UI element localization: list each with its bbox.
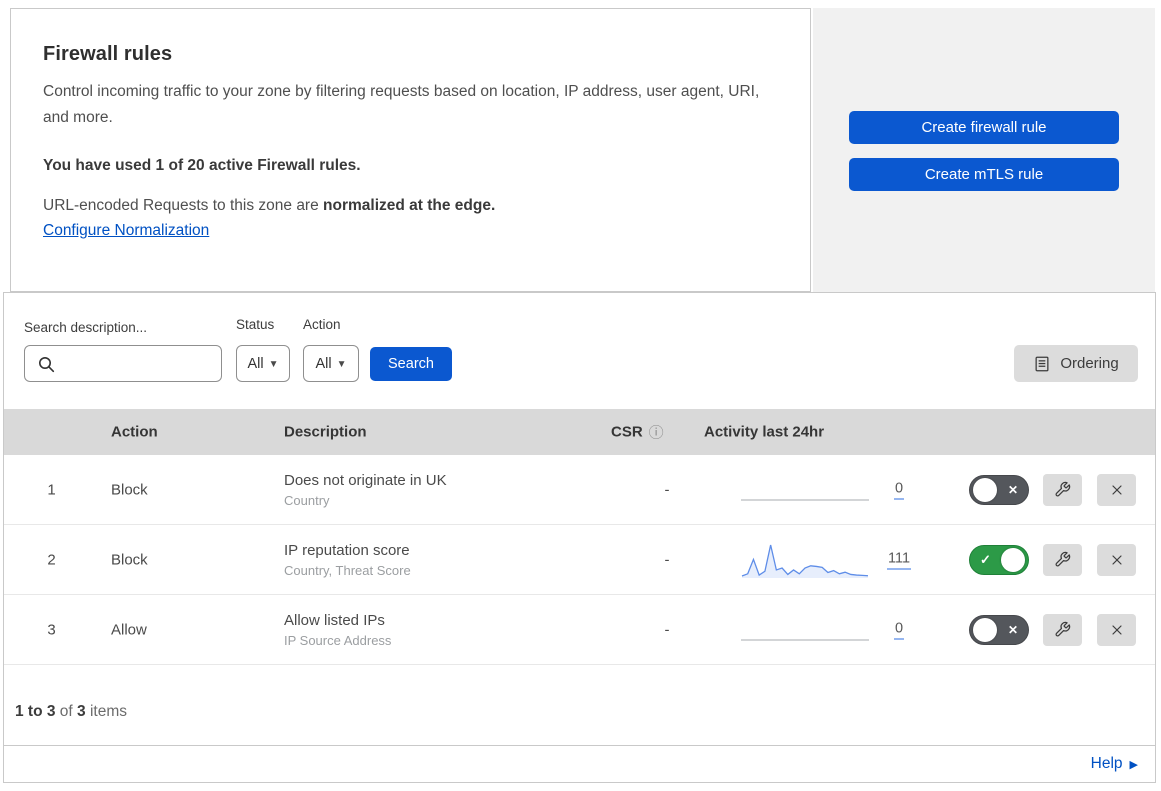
activity-count-link[interactable]: 0 [874,480,924,499]
column-header-description: Description [284,423,367,441]
delete-rule-button[interactable] [1097,613,1136,646]
column-header-activity: Activity last 24hr [704,423,825,441]
rule-priority: 2 [47,551,56,568]
activity-count: 0 [893,620,905,639]
activity-sparkline [741,610,871,650]
rule-priority: 1 [47,481,56,498]
column-header-csr: CSR ⓘ [611,422,664,443]
toggle-knob [973,477,997,502]
edit-rule-button[interactable] [1043,543,1082,576]
help-bar: Help ▶ [4,745,1155,782]
normalization-note-bold: normalized at the edge. [323,197,496,214]
table-row: 1 Block Does not originate in UK Country… [4,455,1155,525]
rule-enabled-toggle[interactable]: ✓ ✕ [969,474,1029,505]
status-label: Status [236,317,275,332]
rule-enabled-toggle[interactable]: ✓ ✕ [969,544,1029,575]
info-icon[interactable]: ⓘ [649,422,664,443]
usage-summary: You have used 1 of 20 active Firewall ru… [43,157,361,174]
rule-description: Does not originate in UK [284,471,447,489]
edit-rule-button[interactable] [1043,473,1082,506]
rule-priority: 3 [47,621,56,638]
create-firewall-rule-button[interactable]: Create firewall rule [849,111,1119,144]
rule-csr-value: - [664,481,670,498]
wrench-icon [1055,481,1071,497]
search-button[interactable]: Search [370,347,452,381]
rule-action: Allow [111,621,147,638]
configure-normalization-link[interactable]: Configure Normalization [43,222,209,240]
pagination-of: of [55,703,78,720]
table-header: Action Description CSR ⓘ Activity last 2… [4,409,1155,455]
status-filter-select[interactable]: All ▼ [236,345,290,382]
activity-count: 0 [893,480,905,499]
column-header-action: Action [111,423,158,441]
pagination-range: 1 to 3 [15,703,56,720]
search-input[interactable] [61,347,219,380]
action-filter-select[interactable]: All ▼ [303,345,359,382]
help-arrow-icon: ▶ [1129,759,1138,771]
help-link-label: Help [1090,755,1123,772]
rule-action: Block [111,481,148,498]
normalization-note: URL-encoded Requests to this zone are no… [43,197,778,215]
search-icon [39,357,55,373]
check-icon: ✓ [980,551,991,567]
table-row: 2 Block IP reputation score Country, Thr… [4,525,1155,595]
rule-description: IP reputation score [284,541,410,559]
toggle-knob [1001,547,1025,572]
activity-count-link[interactable]: 0 [874,620,924,639]
column-header-csr-label: CSR [611,423,643,441]
ordering-list-icon [1035,356,1049,371]
close-icon [1111,484,1122,495]
rule-description-block: Allow listed IPs IP Source Address [284,612,391,648]
pagination-total: 3 [77,703,86,720]
help-link[interactable]: Help ▶ [1091,755,1138,773]
pagination-items: items [85,703,127,720]
x-icon: ✕ [1007,482,1018,497]
page-title: Firewall rules [43,43,173,65]
action-label: Action [303,317,341,332]
create-mtls-rule-button[interactable]: Create mTLS rule [849,158,1119,191]
rule-description-block: IP reputation score Country, Threat Scor… [284,542,411,578]
rule-description: Allow listed IPs [284,611,385,629]
rule-description-block: Does not originate in UK Country [284,472,447,508]
firewall-rules-page: Firewall rules Control incoming traffic … [0,0,1161,791]
ordering-button[interactable]: Ordering [1014,345,1138,382]
wrench-icon [1055,621,1071,637]
status-filter-value: All [247,355,264,372]
actions-panel: Create firewall rule Create mTLS rule [813,8,1155,292]
rule-criteria: Country, Threat Score [284,562,411,578]
page-description: Control incoming traffic to your zone by… [43,83,760,126]
rule-csr-value: - [664,621,670,638]
pagination-summary: 1 to 3 of 3 items [15,703,127,721]
rules-panel: Search description... Status Action All … [3,292,1156,783]
rule-criteria: IP Source Address [284,632,392,648]
chevron-down-icon: ▼ [268,359,279,370]
toggle-knob [973,617,997,642]
chevron-down-icon: ▼ [336,359,347,370]
rule-action: Block [111,551,148,568]
search-label: Search description... [24,320,148,335]
action-filter-value: All [315,355,332,372]
firewall-rules-intro-card: Firewall rules Control incoming traffic … [10,8,811,292]
close-icon [1111,624,1122,635]
search-box [24,345,222,382]
activity-count: 111 [886,550,912,569]
rule-enabled-toggle[interactable]: ✓ ✕ [969,614,1029,645]
delete-rule-button[interactable] [1097,473,1136,506]
table-row: 3 Allow Allow listed IPs IP Source Addre… [4,595,1155,665]
activity-sparkline [741,470,871,510]
delete-rule-button[interactable] [1097,543,1136,576]
x-icon: ✕ [1007,622,1018,637]
rule-criteria: Country [284,492,330,508]
activity-count-link[interactable]: 111 [874,550,924,569]
activity-sparkline [741,540,871,580]
wrench-icon [1055,551,1071,567]
edit-rule-button[interactable] [1043,613,1082,646]
close-icon [1111,554,1122,565]
ordering-button-label: Ordering [1060,355,1119,372]
rule-csr-value: - [664,551,670,568]
normalization-note-text: URL-encoded Requests to this zone are [43,197,324,214]
